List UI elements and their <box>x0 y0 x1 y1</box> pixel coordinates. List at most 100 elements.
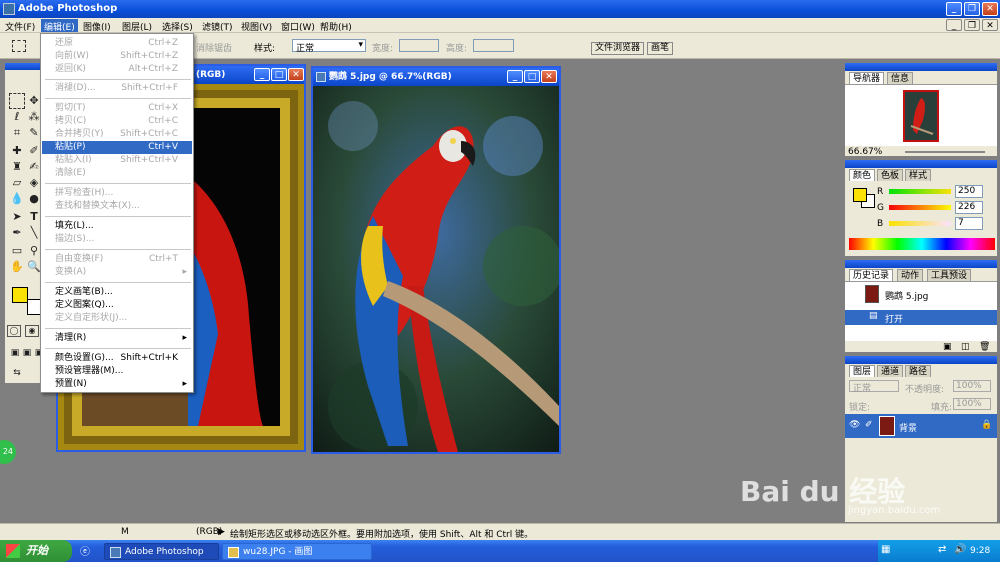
pen-icon[interactable]: ✒ <box>9 225 25 241</box>
brushes-tab[interactable]: 画笔 <box>647 42 674 55</box>
channel-r-slider[interactable] <box>889 189 951 194</box>
marquee-tool-icon[interactable] <box>12 40 26 52</box>
play-icon[interactable]: ▶ <box>218 527 225 537</box>
minimize-button[interactable]: _ <box>946 2 962 16</box>
menu-item-undo[interactable]: 还原 Ctrl+Z <box>42 37 192 50</box>
doc-restore-button[interactable]: ❐ <box>964 19 980 31</box>
doc-front-close-button[interactable]: ✕ <box>541 70 557 83</box>
close-button[interactable]: ✕ <box>982 2 998 16</box>
tab-swatches[interactable]: 色板 <box>877 169 904 181</box>
channel-b-input[interactable]: 7 <box>955 217 983 230</box>
channel-g-slider[interactable] <box>889 205 951 210</box>
channel-g-input[interactable]: 226 <box>955 201 983 214</box>
menu-file[interactable]: 文件(F) <box>2 19 38 33</box>
menu-help[interactable]: 帮助(H) <box>317 19 355 33</box>
clone-stamp-icon[interactable]: ♜ <box>9 159 25 175</box>
file-browser-tab[interactable]: 文件浏览器 <box>591 42 645 55</box>
menu-item-define-custom-shape[interactable]: 定义自定形状(J)... <box>42 312 192 325</box>
menu-item-check-spelling[interactable]: 拼写检查(H)... <box>42 187 192 200</box>
tab-channels[interactable]: 通道 <box>877 365 904 377</box>
menu-item-define-brush[interactable]: 定义画笔(B)... <box>42 286 192 299</box>
menu-item-color-settings[interactable]: 颜色设置(G)... Shift+Ctrl+K <box>42 352 192 365</box>
blur-icon[interactable]: 💧 <box>9 191 25 207</box>
blend-mode-select[interactable]: 正常 <box>849 380 899 394</box>
crop-icon[interactable]: ⌗ <box>9 125 25 141</box>
fill-input[interactable]: 100% <box>953 398 991 410</box>
opacity-input[interactable]: 100% <box>953 380 991 392</box>
menu-item-transform[interactable]: 变换(A) ▸ <box>42 266 192 279</box>
menu-item-define-pattern[interactable]: 定义图案(Q)... <box>42 299 192 312</box>
restore-button[interactable]: ❐ <box>964 2 980 16</box>
tab-paths[interactable]: 路径 <box>905 365 932 377</box>
menu-item-preset-manager[interactable]: 预设管理器(M)... <box>42 365 192 378</box>
doc-front-titlebar[interactable]: 鹦鹉 5.jpg @ 66.7%(RGB) _ □ ✕ <box>313 68 559 86</box>
doc-front-maximize-button[interactable]: □ <box>524 70 540 83</box>
quickmask-mode-icon[interactable]: ◉ <box>25 325 39 337</box>
document-window-front[interactable]: 鹦鹉 5.jpg @ 66.7%(RGB) _ □ ✕ <box>311 66 561 454</box>
healing-brush-icon[interactable]: ✚ <box>9 143 25 159</box>
menu-item-clear[interactable]: 清除(E) <box>42 167 192 180</box>
path-selection-icon[interactable]: ➤ <box>9 209 25 225</box>
menu-select[interactable]: 选择(S) <box>159 19 196 33</box>
menu-item-step-backward[interactable]: 返回(K) Alt+Ctrl+Z <box>42 63 192 76</box>
tab-styles[interactable]: 样式 <box>905 169 932 181</box>
layer-row-background[interactable]: 👁 ✐ 背景 🔒 <box>845 414 997 438</box>
lasso-icon[interactable]: ℓ <box>9 109 25 125</box>
menu-item-fill[interactable]: 填充(L)... <box>42 220 192 233</box>
tab-layers[interactable]: 图层 <box>849 365 876 377</box>
doc-back-close-button[interactable]: ✕ <box>288 68 304 81</box>
hand-icon[interactable]: ✋ <box>9 259 25 275</box>
menu-layer[interactable]: 图层(L) <box>119 19 155 33</box>
height-field[interactable] <box>473 39 514 52</box>
doc-close-button[interactable]: ✕ <box>982 19 998 31</box>
menu-item-copy-merged[interactable]: 合并拷贝(Y) Shift+Ctrl+C <box>42 128 192 141</box>
tray-volume-icon[interactable]: 🔊 <box>954 544 966 555</box>
menu-item-stroke[interactable]: 描边(S)... <box>42 233 192 246</box>
channel-r-input[interactable]: 250 <box>955 185 983 198</box>
menu-item-paste[interactable]: 粘贴(P) Ctrl+V <box>42 141 192 154</box>
menu-item-purge[interactable]: 清理(R) ▸ <box>42 332 192 345</box>
menu-item-copy[interactable]: 拷贝(C) Ctrl+C <box>42 115 192 128</box>
style-select[interactable]: 正常 ▾ <box>292 39 366 54</box>
menu-item-fade[interactable]: 消褪(D)... Shift+Ctrl+F <box>42 82 192 95</box>
navigator-zoom-value[interactable]: 66.67% <box>848 147 882 157</box>
notes-icon[interactable]: ▭ <box>9 243 25 259</box>
floating-badge[interactable]: 24 <box>0 440 16 464</box>
start-button[interactable]: 开始 <box>0 540 72 562</box>
menu-view[interactable]: 视图(V) <box>238 19 275 33</box>
color-foreground-chip[interactable] <box>853 188 867 202</box>
menu-item-cut[interactable]: 剪切(T) Ctrl+X <box>42 102 192 115</box>
tray-network-icon[interactable]: ⇄ <box>938 544 946 555</box>
quicklaunch-ie-icon[interactable]: ⓔ <box>80 543 90 558</box>
standard-mode-icon[interactable]: ◯ <box>7 325 21 337</box>
tab-navigator[interactable]: 导航器 <box>849 72 885 84</box>
eye-icon[interactable]: 👁 <box>849 420 860 430</box>
menu-edit[interactable]: 编辑(E) <box>41 19 78 33</box>
clock[interactable]: 9:28 <box>970 546 990 556</box>
channel-b-slider[interactable] <box>889 221 951 226</box>
menu-item-find-replace[interactable]: 查找和替换文本(X)... <box>42 200 192 213</box>
taskbar-paint[interactable]: wu28.JPG - 画图 <box>222 543 372 560</box>
history-step-row[interactable]: ▤ 打开 <box>845 310 997 325</box>
history-snapshot[interactable]: 鹦鹉 5.jpg <box>885 289 928 302</box>
menu-item-preferences[interactable]: 预置(N) ▸ <box>42 378 192 391</box>
doc-minimize-button[interactable]: _ <box>946 19 962 31</box>
tab-color[interactable]: 颜色 <box>849 169 876 181</box>
foreground-color-swatch[interactable] <box>12 287 28 303</box>
jump-to-imageready-icon[interactable]: ⇆ <box>9 365 25 381</box>
tab-info[interactable]: 信息 <box>887 72 914 84</box>
doc-front-minimize-button[interactable]: _ <box>507 70 523 83</box>
menu-item-paste-into[interactable]: 粘贴入(I) Shift+Ctrl+V <box>42 154 192 167</box>
taskbar-photoshop[interactable]: Adobe Photoshop <box>104 543 219 560</box>
menu-item-free-transform[interactable]: 自由变换(F) Ctrl+T <box>42 253 192 266</box>
doc-back-maximize-button[interactable]: □ <box>271 68 287 81</box>
tab-actions[interactable]: 动作 <box>897 269 924 281</box>
eraser-icon[interactable]: ▱ <box>9 175 25 191</box>
marquee-icon[interactable] <box>9 93 25 109</box>
tab-tool-presets[interactable]: 工具预设 <box>927 269 972 281</box>
menu-image[interactable]: 图像(I) <box>80 19 114 33</box>
navigator-zoom-slider[interactable] <box>905 151 985 153</box>
menu-window[interactable]: 窗口(W) <box>278 19 318 33</box>
navigator-thumbnail[interactable] <box>903 90 939 142</box>
width-field[interactable] <box>399 39 439 52</box>
